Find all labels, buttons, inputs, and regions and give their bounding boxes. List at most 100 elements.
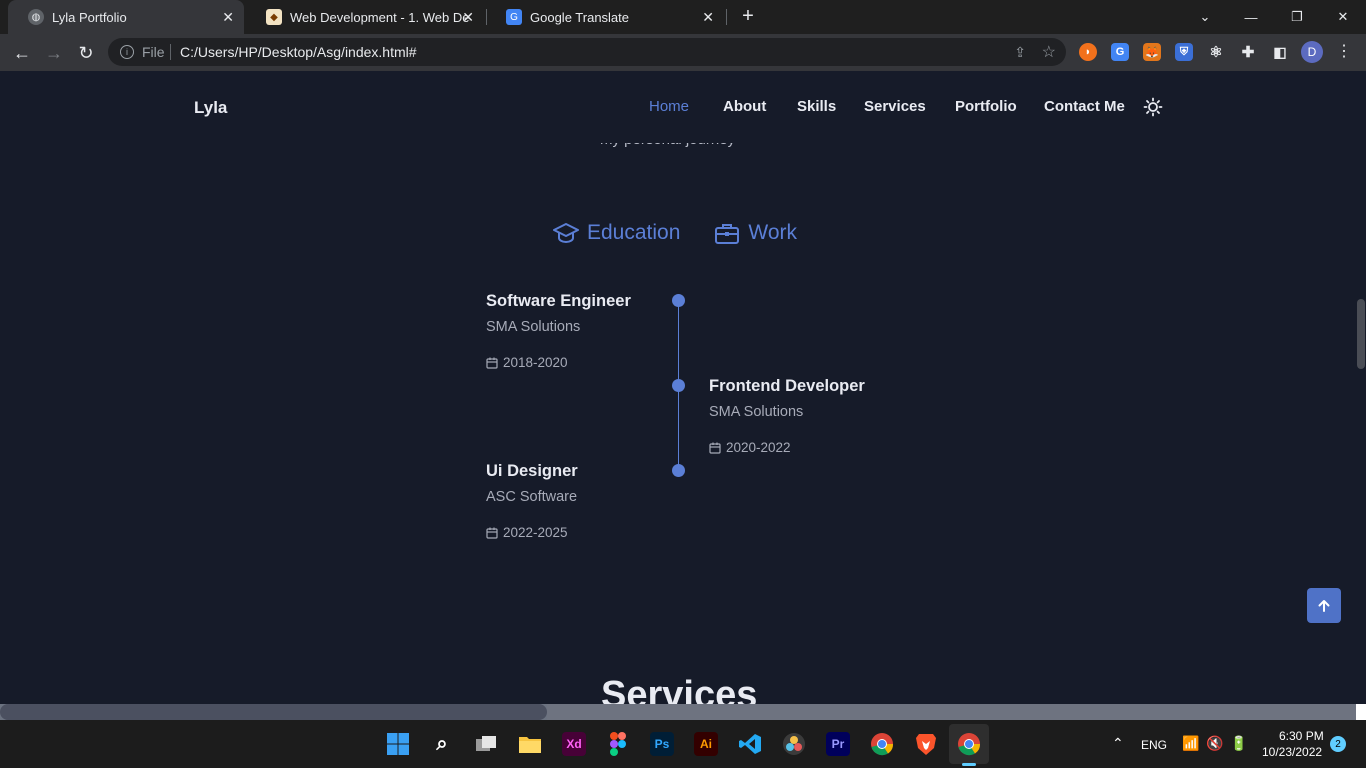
- vertical-scrollbar-thumb[interactable]: [1357, 299, 1365, 369]
- google-translate-icon: G: [506, 9, 522, 25]
- tab-education-label: Education: [587, 221, 681, 244]
- browser-tabstrip: ◍ Lyla Portfolio ✕ ◆ Web Development - 1…: [0, 0, 1366, 34]
- brave-browser-icon[interactable]: [914, 732, 938, 756]
- windows-taskbar: ⌕ Xd Ps Ai Pr ⌃ ENG 📶 🔇 🔋 6:30 PM 10/23/…: [0, 720, 1366, 768]
- adobe-xd-icon[interactable]: Xd: [562, 732, 586, 756]
- timeline-item-date: 2020-2022: [709, 440, 791, 455]
- clock-time[interactable]: 6:30 PM: [1279, 729, 1324, 743]
- timeline-dot: [672, 379, 685, 392]
- globe-icon: ◍: [28, 9, 44, 25]
- nav-about[interactable]: About: [723, 98, 766, 115]
- close-tab-icon[interactable]: ✕: [462, 9, 474, 26]
- services-section-title: Services: [601, 674, 758, 704]
- minimize-icon[interactable]: —: [1228, 0, 1274, 34]
- battery-icon[interactable]: 🔋: [1230, 735, 1247, 752]
- close-tab-icon[interactable]: ✕: [702, 9, 714, 26]
- timeline-item-company: SMA Solutions: [486, 319, 581, 335]
- horizontal-scrollbar-track: [547, 704, 1356, 720]
- tab-work[interactable]: Work: [714, 221, 797, 245]
- briefcase-icon: [715, 224, 740, 244]
- timeline-item-title: Frontend Developer: [709, 377, 865, 395]
- timeline-item-date: 2022-2025: [486, 525, 568, 540]
- back-arrow-icon[interactable]: ←: [9, 40, 35, 66]
- tab-google-translate[interactable]: G Google Translate ✕: [486, 0, 724, 34]
- horizontal-scrollbar[interactable]: [0, 704, 1356, 720]
- windows-start-icon[interactable]: [386, 732, 410, 756]
- nav-contact-me[interactable]: Contact Me: [1044, 98, 1125, 115]
- scroll-to-top-button[interactable]: [1307, 588, 1341, 623]
- timeline-dot: [672, 464, 685, 477]
- timeline-item-title: Ui Designer: [486, 462, 578, 480]
- tab-lyla-portfolio[interactable]: ◍ Lyla Portfolio ✕: [8, 0, 244, 34]
- tab-education[interactable]: Education: [553, 221, 680, 245]
- google-translate-extension-icon[interactable]: G: [1111, 43, 1129, 61]
- omnibox-divider: [170, 44, 171, 60]
- site-info-icon[interactable]: i: [120, 45, 134, 59]
- vertical-scrollbar[interactable]: [1356, 71, 1366, 704]
- running-app-indicator: [962, 763, 976, 766]
- new-tab-button[interactable]: +: [737, 5, 759, 27]
- address-bar[interactable]: i File C:/Users/HP/Desktop/Asg/index.htm…: [108, 38, 1066, 66]
- arrow-up-icon: [1318, 599, 1330, 612]
- url-text[interactable]: C:/Users/HP/Desktop/Asg/index.html#: [180, 44, 417, 60]
- figma-icon[interactable]: [606, 732, 630, 756]
- timeline-dot: [672, 294, 685, 307]
- restore-icon[interactable]: ❐: [1274, 0, 1320, 34]
- metamask-extension-icon[interactable]: 🦊: [1143, 43, 1161, 61]
- calendar-icon: [486, 357, 498, 369]
- language-indicator[interactable]: ENG: [1141, 738, 1167, 752]
- vscode-icon[interactable]: [738, 732, 762, 756]
- horizontal-scrollbar-thumb[interactable]: [0, 704, 547, 720]
- scrollbar-corner: [1356, 704, 1366, 720]
- chrome-icon[interactable]: [870, 732, 894, 756]
- reload-icon[interactable]: ↻: [73, 40, 99, 66]
- browser-toolbar: ← → ↻ i File C:/Users/HP/Desktop/Asg/ind…: [0, 34, 1366, 71]
- speaker-muted-icon[interactable]: 🔇: [1206, 735, 1223, 752]
- scheme-label: File: [142, 44, 165, 60]
- date-text: 2022-2025: [503, 525, 568, 540]
- photoshop-icon[interactable]: Ps: [650, 732, 674, 756]
- tab-search-icon[interactable]: ⌄: [1182, 0, 1228, 34]
- wifi-icon[interactable]: 📶: [1182, 735, 1199, 752]
- graduation-cap-icon: [553, 223, 579, 244]
- nav-services[interactable]: Services: [864, 98, 926, 115]
- davinci-resolve-icon[interactable]: [782, 732, 806, 756]
- site-header: Lyla Home About Skills Services Portfoli…: [0, 71, 1356, 143]
- timeline-item-title: Software Engineer: [486, 292, 631, 310]
- sun-theme-toggle-icon[interactable]: [1143, 97, 1163, 117]
- side-panel-icon[interactable]: ◧: [1271, 43, 1289, 61]
- nav-portfolio[interactable]: Portfolio: [955, 98, 1017, 115]
- bitwarden-extension-icon[interactable]: ⛨: [1175, 43, 1193, 61]
- nav-home[interactable]: Home: [649, 98, 689, 115]
- date-text: 2020-2022: [726, 440, 791, 455]
- tab-web-development[interactable]: ◆ Web Development - 1. Web Desi ✕: [246, 0, 484, 34]
- clock-date[interactable]: 10/23/2022: [1262, 745, 1322, 759]
- site-logo[interactable]: Lyla: [194, 98, 227, 118]
- tab-title: Web Development - 1. Web Desi: [290, 9, 470, 25]
- forward-arrow-icon[interactable]: →: [41, 40, 67, 66]
- close-window-icon[interactable]: ✕: [1320, 0, 1366, 34]
- rss-extension-icon[interactable]: ◗: [1079, 43, 1097, 61]
- extensions-puzzle-icon[interactable]: ✚: [1239, 43, 1257, 61]
- bookmark-star-icon[interactable]: ☆: [1042, 42, 1056, 62]
- search-icon[interactable]: ⌕: [430, 732, 454, 756]
- notification-badge[interactable]: 2: [1330, 736, 1346, 752]
- react-devtools-icon[interactable]: ⚛: [1207, 43, 1225, 61]
- timeline-item-company: ASC Software: [486, 489, 578, 505]
- premiere-pro-icon[interactable]: Pr: [826, 732, 850, 756]
- file-explorer-icon[interactable]: [518, 732, 542, 756]
- calendar-icon: [709, 442, 721, 454]
- illustrator-icon[interactable]: Ai: [694, 732, 718, 756]
- browser-menu-icon[interactable]: ⋮: [1336, 41, 1352, 61]
- chrome-active-icon[interactable]: [957, 732, 981, 756]
- tray-overflow-chevron-icon[interactable]: ⌃: [1112, 735, 1124, 752]
- profile-avatar[interactable]: D: [1301, 41, 1323, 63]
- share-icon[interactable]: ⇪: [1014, 44, 1026, 61]
- nav-skills[interactable]: Skills: [797, 98, 836, 115]
- close-tab-icon[interactable]: ✕: [222, 9, 234, 26]
- timeline-item-company: SMA Solutions: [709, 404, 804, 420]
- timeline-item-date: 2018-2020: [486, 355, 568, 370]
- task-view-icon[interactable]: [474, 732, 498, 756]
- page-viewport: my personal journey Lyla Home About Skil…: [0, 71, 1356, 704]
- tab-title: Lyla Portfolio: [52, 9, 127, 25]
